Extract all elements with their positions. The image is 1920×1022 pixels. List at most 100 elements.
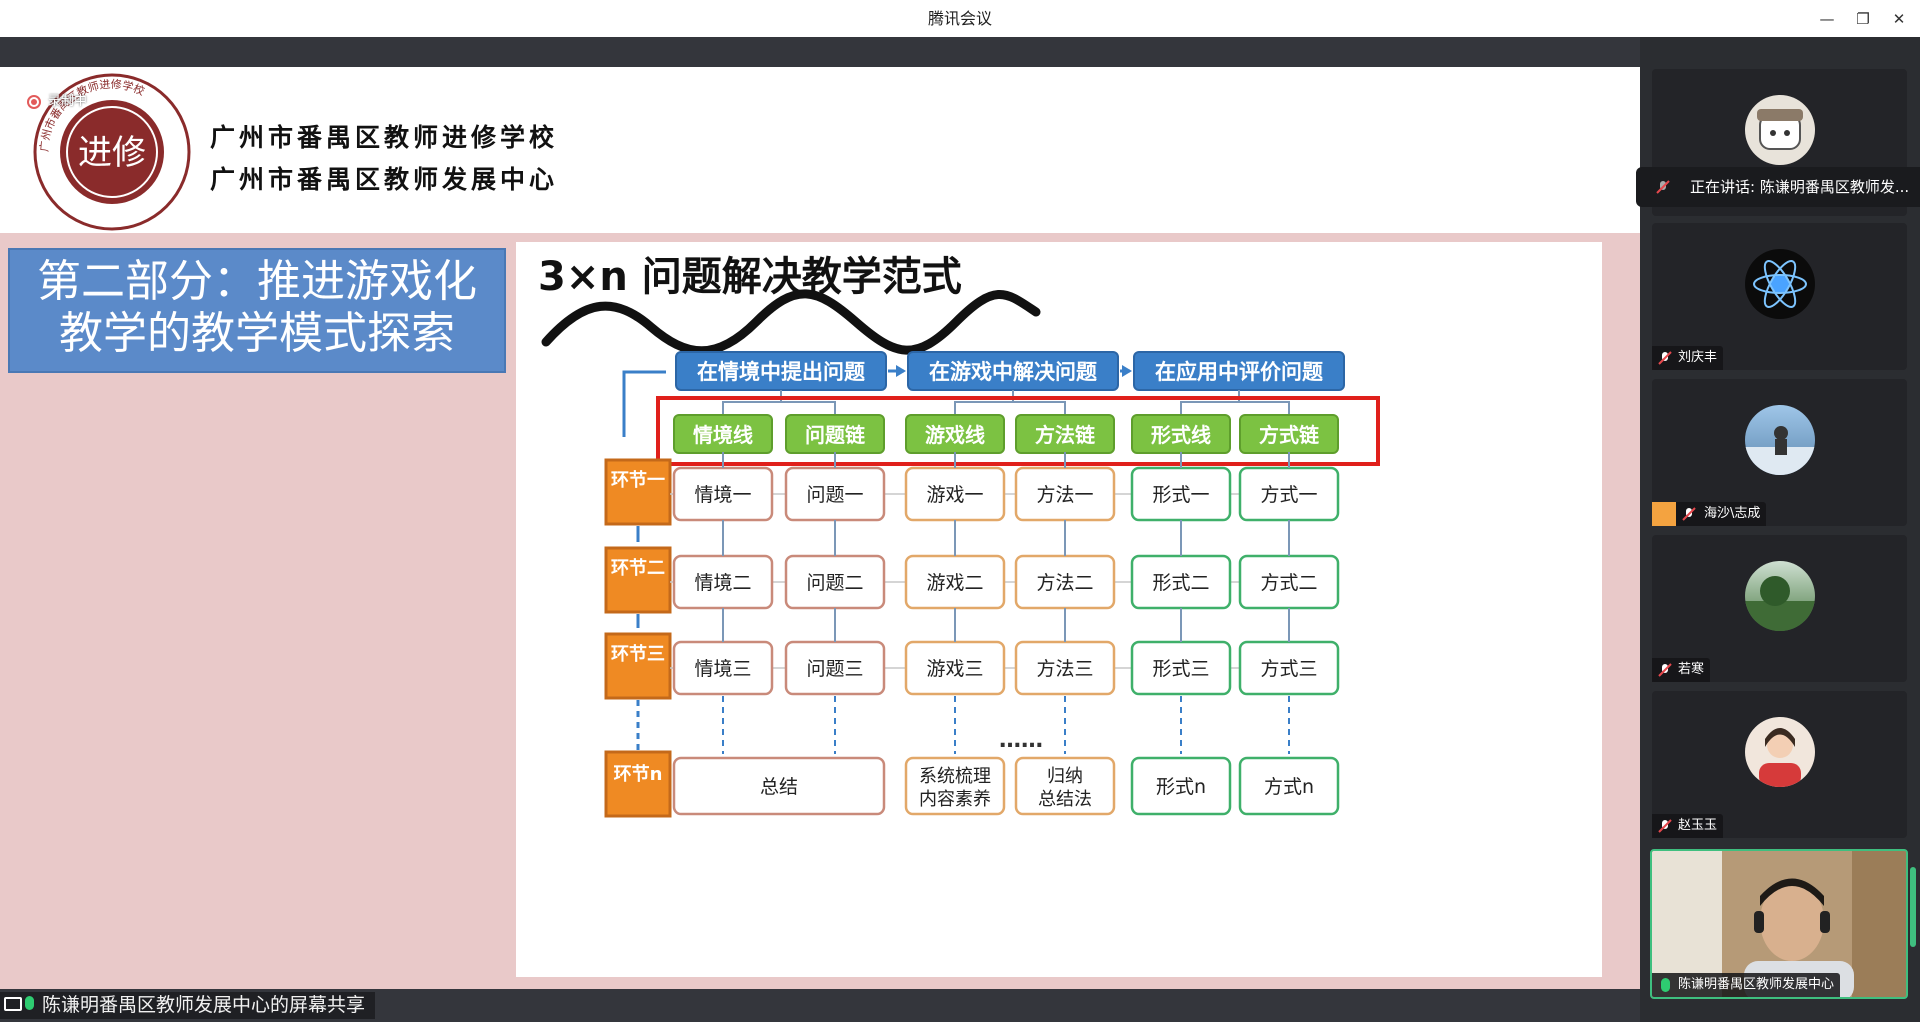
- screen-share-label: 陈谦明番禺区教师发展中心的屏幕共享: [42, 994, 366, 1016]
- game-final-line1: 系统梳理: [919, 766, 991, 787]
- step-label: 环节n: [614, 764, 663, 785]
- mic-active-icon: [1661, 978, 1670, 992]
- chain-label: 形式线: [1151, 423, 1211, 447]
- atom-avatar-icon: [1753, 260, 1807, 308]
- participant-name-tag: 若寒: [1652, 658, 1711, 682]
- participant-name-tag: 海沙\志成: [1652, 502, 1767, 526]
- stage-label: 在应用中评价问题: [1155, 360, 1324, 384]
- mic-muted-icon: [1658, 663, 1672, 677]
- bottom-bar: 陈谦明番禺区教师发展中心的屏幕共享: [0, 989, 1640, 1022]
- portrait-avatar-icon: [1759, 728, 1801, 787]
- landscape-avatar-icon: [1745, 576, 1815, 631]
- step-label: 环节三: [611, 644, 665, 665]
- minimize-button[interactable]: —: [1812, 6, 1842, 32]
- chain-label: 问题链: [805, 423, 866, 447]
- school-name-1: 广州市番禺区教师进修学校: [210, 123, 559, 152]
- stage-arrow-head: [1122, 365, 1132, 377]
- step-cell-label: 方式二: [1260, 572, 1317, 594]
- step-cell-label: 方法二: [1036, 572, 1093, 594]
- step-cell-label: 问题一: [806, 484, 863, 506]
- share-top-band: [0, 37, 1640, 67]
- wavy-underline: [541, 289, 1041, 356]
- step-cell-label: 形式一: [1152, 484, 1209, 506]
- mic-muted-icon: [1656, 180, 1670, 194]
- participant-name-tag: 赵玉玉: [1652, 814, 1724, 838]
- chain-label: 方法链: [1035, 423, 1096, 447]
- participant-name-tag: 陈谦明番禺区教师发展中心: [1652, 973, 1841, 997]
- step-cell-label: 方式一: [1260, 484, 1317, 506]
- school-name-2: 广州市番禺区教师发展中心: [210, 165, 559, 194]
- stage-connector: [1180, 390, 1290, 414]
- screen-share-icon: [4, 997, 22, 1011]
- step-cell-label: 方式三: [1260, 658, 1317, 680]
- method-final-line1: 归纳: [1047, 766, 1083, 787]
- step-cell-label: 方法一: [1036, 484, 1093, 506]
- mic-active-icon: [25, 996, 34, 1010]
- step-cell-label: 方法三: [1036, 658, 1093, 680]
- form-final-label: 形式n: [1156, 776, 1206, 798]
- ellipsis: ……: [999, 728, 1043, 753]
- section-title-line2: 教学的教学模式探索: [59, 308, 455, 359]
- stage-label: 在情境中提出问题: [697, 360, 866, 384]
- participant-name: 海沙\志成: [1704, 506, 1761, 521]
- method-final-line2: 总结法: [1038, 789, 1092, 810]
- section-title-box: 第二部分：推进游戏化 教学的教学模式探索: [8, 248, 506, 373]
- speaking-indicator: 正在讲话: 陈谦明番禺区教师发...: [1636, 167, 1920, 207]
- step-cell-label: 形式三: [1152, 658, 1209, 680]
- avatar: [1745, 249, 1815, 319]
- participant-tile[interactable]: 刘庆丰: [1652, 223, 1907, 370]
- participant-name-tag: 刘庆丰: [1652, 346, 1724, 370]
- maximize-button[interactable]: ❐: [1848, 6, 1878, 32]
- step-label: 环节一: [611, 470, 665, 491]
- close-button[interactable]: ✕: [1884, 6, 1914, 32]
- cartoon-avatar-icon: [1757, 109, 1803, 150]
- content-panel: 3×n 问题解决教学范式 在情境中提出问题 在游戏中解决问题 在应用中评价问题 情境线…: [516, 242, 1602, 977]
- step-cell-label: 问题二: [806, 572, 863, 594]
- participant-name: 刘庆丰: [1678, 350, 1718, 365]
- slide-header: 广州市番禺区教师进修学校 进修 录制中 广州市番禺区教师进修学校 广州市番禺区教…: [0, 67, 1640, 233]
- screen-share-status[interactable]: 陈谦明番禺区教师发展中心的屏幕共享: [0, 992, 376, 1019]
- avatar: [1745, 95, 1815, 165]
- school-names: 广州市番禺区教师进修学校 广州市番禺区教师发展中心: [210, 117, 558, 201]
- recording-indicator-icon: [27, 95, 41, 109]
- self-video-tile[interactable]: 陈谦明番禺区教师发展中心: [1650, 849, 1908, 999]
- section-title-line1: 第二部分：推进游戏化: [37, 256, 477, 307]
- avatar: [1745, 405, 1815, 475]
- mic-muted-icon: [1682, 507, 1696, 521]
- window-titlebar: 腾讯会议 — ❐ ✕: [0, 0, 1920, 37]
- step-cell-label: 情境三: [694, 658, 751, 680]
- participant-name: 赵玉玉: [1678, 818, 1718, 833]
- step-cell-label: 游戏三: [926, 658, 983, 680]
- step-cell-label: 情境一: [694, 484, 751, 506]
- chain-label: 情境线: [693, 423, 753, 447]
- stage-arrow-head: [896, 365, 906, 377]
- window-title: 腾讯会议: [927, 9, 992, 28]
- avatar: [1745, 717, 1815, 787]
- stage-label: 在游戏中解决问题: [929, 360, 1098, 384]
- stage-connector: [954, 390, 1066, 414]
- shared-screen: 广州市番禺区教师进修学校 进修 录制中 广州市番禺区教师进修学校 广州市番禺区教…: [0, 67, 1640, 989]
- step-cell-label: 问题三: [806, 658, 863, 680]
- step-cell-label: 情境二: [694, 572, 751, 594]
- mic-muted-icon: [1658, 819, 1672, 833]
- step-cell-label: 游戏二: [926, 572, 983, 594]
- participant-tile[interactable]: 赵玉玉: [1652, 691, 1907, 838]
- game-final-line2: 内容素养: [919, 789, 991, 810]
- summary-label: 总结: [760, 776, 798, 798]
- participants-scrollbar[interactable]: [1910, 867, 1916, 947]
- step-cell-label: 游戏一: [926, 484, 983, 506]
- mode-final-label: 方式n: [1264, 776, 1314, 798]
- teaching-model-diagram: 在情境中提出问题 在游戏中解决问题 在应用中评价问题情境线 问题链 游戏线 方法链 形式线方…: [541, 289, 1380, 818]
- avatar: [1745, 561, 1815, 631]
- participant-name: 若寒: [1678, 662, 1705, 677]
- participant-tile[interactable]: 海沙\志成: [1652, 379, 1907, 526]
- step-cell-label: 形式二: [1152, 572, 1209, 594]
- photo-avatar-icon: [1745, 426, 1815, 475]
- person-icon: [1652, 502, 1676, 526]
- speaking-label: 正在讲话: 陈谦明番禺区教师发...: [1690, 178, 1910, 196]
- stage-connector: [722, 390, 836, 414]
- chain-label: 游戏线: [925, 423, 985, 447]
- participant-tile[interactable]: 若寒: [1652, 535, 1907, 682]
- participant-name: 陈谦明番禺区教师发展中心: [1678, 977, 1835, 992]
- seal-center-text: 进修: [78, 133, 146, 173]
